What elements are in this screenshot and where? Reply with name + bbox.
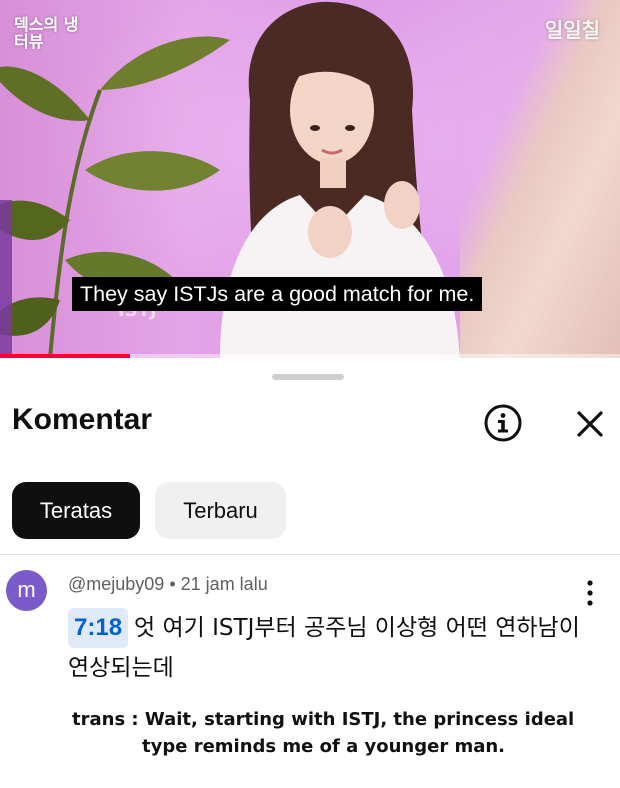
comment-author[interactable]: @mejuby09 bbox=[68, 574, 164, 594]
meta-separator: • bbox=[169, 574, 181, 594]
divider bbox=[0, 554, 620, 555]
chip-top-comments[interactable]: Teratas bbox=[12, 482, 140, 539]
video-player[interactable]: 덱스의 냉터뷰 일일칠 ISTJ They say ISTJs are a go… bbox=[0, 0, 620, 358]
comment-time: 21 jam lalu bbox=[180, 574, 268, 594]
more-options-icon[interactable] bbox=[578, 578, 602, 608]
info-icon[interactable] bbox=[482, 402, 524, 444]
drag-handle[interactable] bbox=[272, 374, 344, 380]
comment-meta: @mejuby09 • 21 jam lalu bbox=[68, 574, 268, 595]
translation-note: trans : Wait, starting with ISTJ, the pr… bbox=[72, 706, 592, 760]
comment-text: 7:18 엇 여기 ISTJ부터 공주님 이상형 어떤 연하남이 연상되는데 bbox=[68, 608, 588, 688]
close-icon[interactable] bbox=[570, 404, 610, 444]
sheet-title: Komentar bbox=[12, 403, 153, 436]
translation-line-2: type reminds me of a younger man. bbox=[142, 736, 506, 757]
timestamp-link[interactable]: 7:18 bbox=[68, 608, 129, 648]
channel-watermark-right: 일일칠 bbox=[544, 18, 600, 42]
video-subtitle: They say ISTJs are a good match for me. bbox=[72, 277, 483, 311]
avatar[interactable]: m bbox=[6, 570, 47, 611]
channel-watermark-left: 덱스의 냉터뷰 bbox=[14, 15, 79, 51]
comment-body: 엇 여기 ISTJ부터 공주님 이상형 어떤 연하남이 연상되는데 bbox=[68, 615, 580, 681]
comments-sheet: Komentar Teratas Terbaru m @mejuby09 • 2… bbox=[0, 358, 620, 788]
translation-line-1: trans : Wait, starting with ISTJ, the pr… bbox=[72, 709, 575, 730]
chip-newest-comments[interactable]: Terbaru bbox=[155, 482, 286, 539]
